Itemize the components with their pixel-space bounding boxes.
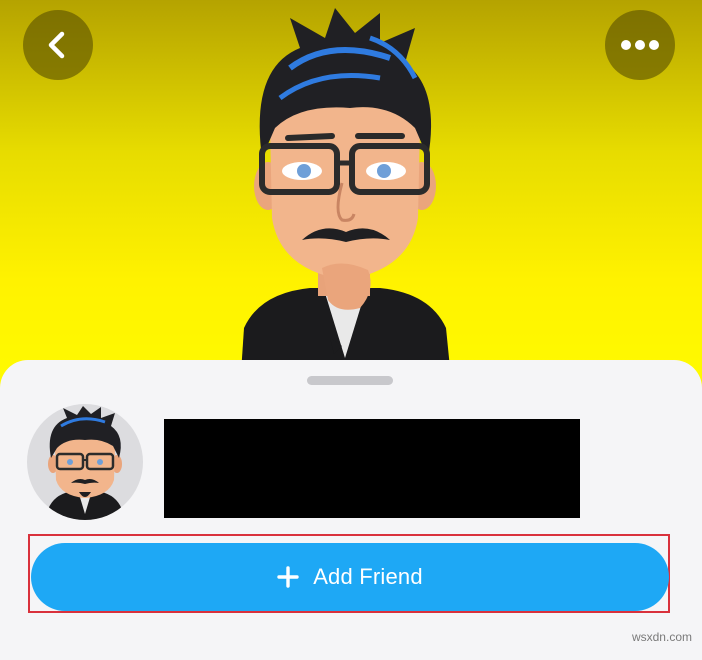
- display-name: [164, 419, 580, 518]
- avatar-illustration: [45, 406, 125, 520]
- ellipsis-icon: [621, 40, 659, 50]
- drag-handle[interactable]: [307, 376, 393, 385]
- add-friend-label: Add Friend: [313, 564, 423, 589]
- bitmoji-character: [240, 8, 452, 388]
- add-friend-button[interactable]: Add Friend: [31, 543, 669, 611]
- plus-icon: [277, 566, 299, 588]
- bitmoji-avatar[interactable]: [27, 404, 143, 520]
- chevron-left-icon: [48, 31, 65, 59]
- back-button[interactable]: [23, 10, 93, 80]
- redacted-display-name: [164, 419, 580, 518]
- more-options-button[interactable]: [605, 10, 675, 80]
- profile-card: Add Friend: [0, 360, 702, 660]
- profile-hero-banner: [0, 0, 702, 400]
- watermark-text: wsxdn.com: [631, 630, 692, 644]
